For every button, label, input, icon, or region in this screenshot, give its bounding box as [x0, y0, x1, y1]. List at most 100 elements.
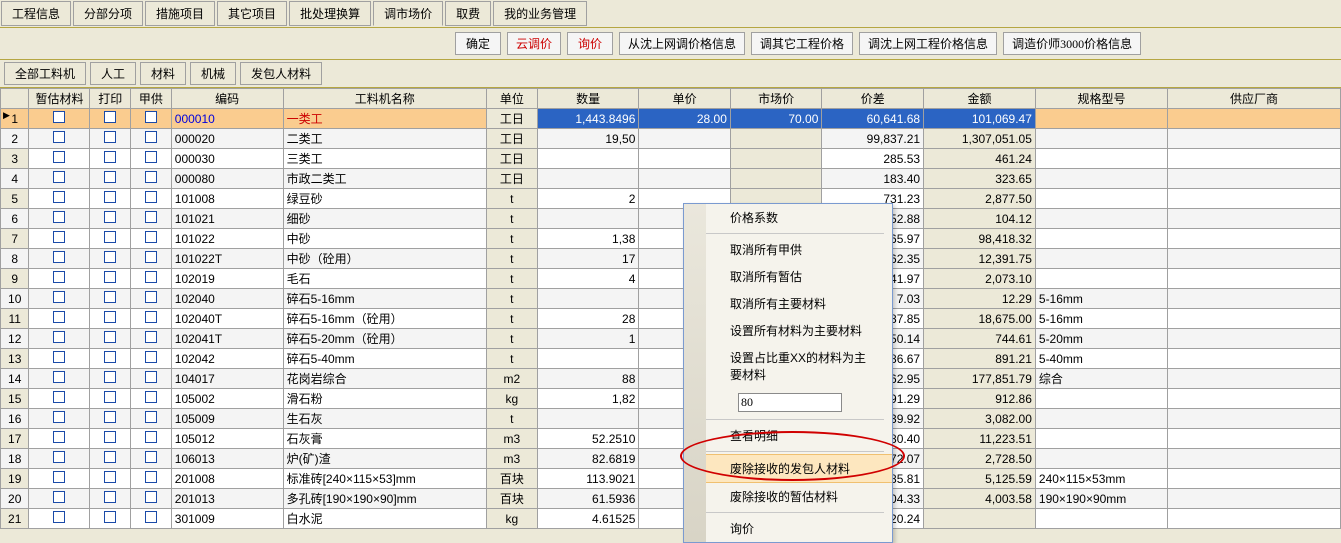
checkbox-cell[interactable] — [90, 489, 131, 509]
checkbox-cell[interactable] — [131, 389, 172, 409]
menu-item-8[interactable]: 废除接收的发包人材料 — [706, 454, 892, 483]
menu-item-7[interactable]: 查看明细 — [706, 422, 892, 449]
checkbox-cell[interactable] — [29, 349, 90, 369]
checkbox-cell[interactable] — [131, 129, 172, 149]
table-row[interactable]: 15105002滑石粉kg1,8291.29912.86 — [1, 389, 1341, 409]
checkbox-cell[interactable] — [90, 289, 131, 309]
table-row[interactable]: 18106013炉(矿)渣m382.681928.5033.00372.072,… — [1, 449, 1341, 469]
cmd-btn-6[interactable]: 调造价师3000价格信息 — [1003, 32, 1141, 55]
checkbox-cell[interactable] — [90, 209, 131, 229]
checkbox-cell[interactable] — [90, 449, 131, 469]
main-tab-7[interactable]: 我的业务管理 — [493, 1, 587, 26]
col-header-1[interactable]: 暂估材料 — [29, 89, 90, 109]
table-row[interactable]: 19201008标准砖[240×115×53]mm百块113.902121.42… — [1, 469, 1341, 489]
col-header-2[interactable]: 打印 — [90, 89, 131, 109]
checkbox-cell[interactable] — [131, 209, 172, 229]
table-row[interactable]: 2000020二类工工日19,5099,837.211,307,051.05 — [1, 129, 1341, 149]
table-row[interactable]: 14104017花岗岩综合m28844,462.95177,851.79综合 — [1, 369, 1341, 389]
menu-item-2[interactable]: 取消所有暂估 — [706, 263, 892, 290]
checkbox-cell[interactable] — [131, 289, 172, 309]
table-row[interactable]: 12102041T碎石5-20mm（砼用）t1350.14744.615-20m… — [1, 329, 1341, 349]
cmd-btn-1[interactable]: 云调价 — [507, 32, 561, 55]
cmd-btn-3[interactable]: 从沈上网调价格信息 — [619, 32, 745, 55]
checkbox-cell[interactable] — [90, 109, 131, 129]
checkbox-cell[interactable] — [90, 229, 131, 249]
checkbox-cell[interactable] — [29, 309, 90, 329]
checkbox-cell[interactable] — [90, 249, 131, 269]
checkbox-cell[interactable] — [90, 429, 131, 449]
table-row[interactable]: 9102019毛石t4541.972,073.10 — [1, 269, 1341, 289]
table-row[interactable]: 1000010一类工工日1,443.849628.0070.0060,641.6… — [1, 109, 1341, 129]
menu-item-6[interactable] — [706, 388, 892, 417]
checkbox-cell[interactable] — [131, 229, 172, 249]
checkbox-cell[interactable] — [29, 289, 90, 309]
main-tab-2[interactable]: 措施项目 — [145, 1, 215, 26]
checkbox-cell[interactable] — [29, 129, 90, 149]
menu-item-4[interactable]: 设置所有材料为主要材料 — [706, 317, 892, 344]
checkbox-cell[interactable] — [29, 469, 90, 489]
col-header-10[interactable]: 价差 — [822, 89, 924, 109]
cmd-btn-4[interactable]: 调其它工程价格 — [751, 32, 853, 55]
checkbox-cell[interactable] — [131, 309, 172, 329]
context-menu[interactable]: 价格系数取消所有甲供取消所有暂估取消所有主要材料设置所有材料为主要材料设置占比重… — [683, 203, 893, 543]
cmd-btn-2[interactable]: 询价 — [567, 32, 613, 55]
col-header-3[interactable]: 甲供 — [131, 89, 172, 109]
checkbox-cell[interactable] — [131, 349, 172, 369]
sub-tab-3[interactable]: 机械 — [190, 62, 236, 85]
menu-item-5[interactable]: 设置占比重XX的材料为主要材料 — [706, 344, 892, 388]
checkbox-cell[interactable] — [29, 229, 90, 249]
checkbox-cell[interactable] — [90, 189, 131, 209]
menu-item-9[interactable]: 废除接收的暂估材料 — [706, 483, 892, 510]
table-row[interactable]: 7101022中砂t1,3845,765.9798,418.32 — [1, 229, 1341, 249]
sub-tab-1[interactable]: 人工 — [90, 62, 136, 85]
col-header-4[interactable]: 编码 — [171, 89, 283, 109]
menu-item-10[interactable]: 询价 — [706, 515, 892, 542]
table-row[interactable]: 6101021细砂t52.88104.12 — [1, 209, 1341, 229]
checkbox-cell[interactable] — [29, 429, 90, 449]
checkbox-cell[interactable] — [29, 209, 90, 229]
checkbox-cell[interactable] — [29, 489, 90, 509]
table-row[interactable]: 5101008绿豆砂t2731.232,877.50 — [1, 189, 1341, 209]
checkbox-cell[interactable] — [90, 389, 131, 409]
table-row[interactable]: 17105012石灰膏m352.2510108.00214.805,580.40… — [1, 429, 1341, 449]
cmd-btn-0[interactable]: 确定 — [455, 32, 501, 55]
checkbox-cell[interactable] — [90, 149, 131, 169]
main-tab-5[interactable]: 调市场价 — [373, 1, 443, 26]
checkbox-cell[interactable] — [131, 449, 172, 469]
menu-input[interactable] — [738, 393, 842, 412]
table-row[interactable]: 4000080市政二类工工日183.40323.65 — [1, 169, 1341, 189]
table-row[interactable]: 13102042碎石5-40mmt386.67891.215-40mm — [1, 349, 1341, 369]
checkbox-cell[interactable] — [29, 409, 90, 429]
checkbox-cell[interactable] — [29, 249, 90, 269]
main-tab-3[interactable]: 其它项目 — [217, 1, 287, 26]
checkbox-cell[interactable] — [29, 329, 90, 349]
checkbox-cell[interactable] — [29, 109, 90, 129]
checkbox-cell[interactable] — [90, 509, 131, 529]
checkbox-cell[interactable] — [131, 109, 172, 129]
main-tab-1[interactable]: 分部分项 — [73, 1, 143, 26]
col-header-13[interactable]: 供应厂商 — [1168, 89, 1341, 109]
col-header-8[interactable]: 单价 — [639, 89, 731, 109]
table-row[interactable]: 16105009生石灰t1,739.923,082.00 — [1, 409, 1341, 429]
checkbox-cell[interactable] — [90, 269, 131, 289]
checkbox-cell[interactable] — [29, 509, 90, 529]
main-tab-0[interactable]: 工程信息 — [1, 1, 71, 26]
table-row[interactable]: 21301009白水泥kg4.61525520.24 — [1, 509, 1341, 529]
menu-item-1[interactable]: 取消所有甲供 — [706, 236, 892, 263]
checkbox-cell[interactable] — [131, 509, 172, 529]
checkbox-cell[interactable] — [131, 369, 172, 389]
checkbox-cell[interactable] — [131, 189, 172, 209]
table-row[interactable]: 10102040碎石5-16mmt7.0312.295-16mm — [1, 289, 1341, 309]
col-header-0[interactable] — [1, 89, 29, 109]
checkbox-cell[interactable] — [131, 469, 172, 489]
col-header-7[interactable]: 数量 — [537, 89, 639, 109]
col-header-12[interactable]: 规格型号 — [1035, 89, 1167, 109]
col-header-9[interactable]: 市场价 — [730, 89, 822, 109]
checkbox-cell[interactable] — [29, 149, 90, 169]
checkbox-cell[interactable] — [131, 489, 172, 509]
table-row[interactable]: 3000030三类工工日285.53461.24 — [1, 149, 1341, 169]
main-tab-6[interactable]: 取费 — [445, 1, 491, 26]
checkbox-cell[interactable] — [131, 149, 172, 169]
checkbox-cell[interactable] — [29, 389, 90, 409]
checkbox-cell[interactable] — [90, 329, 131, 349]
